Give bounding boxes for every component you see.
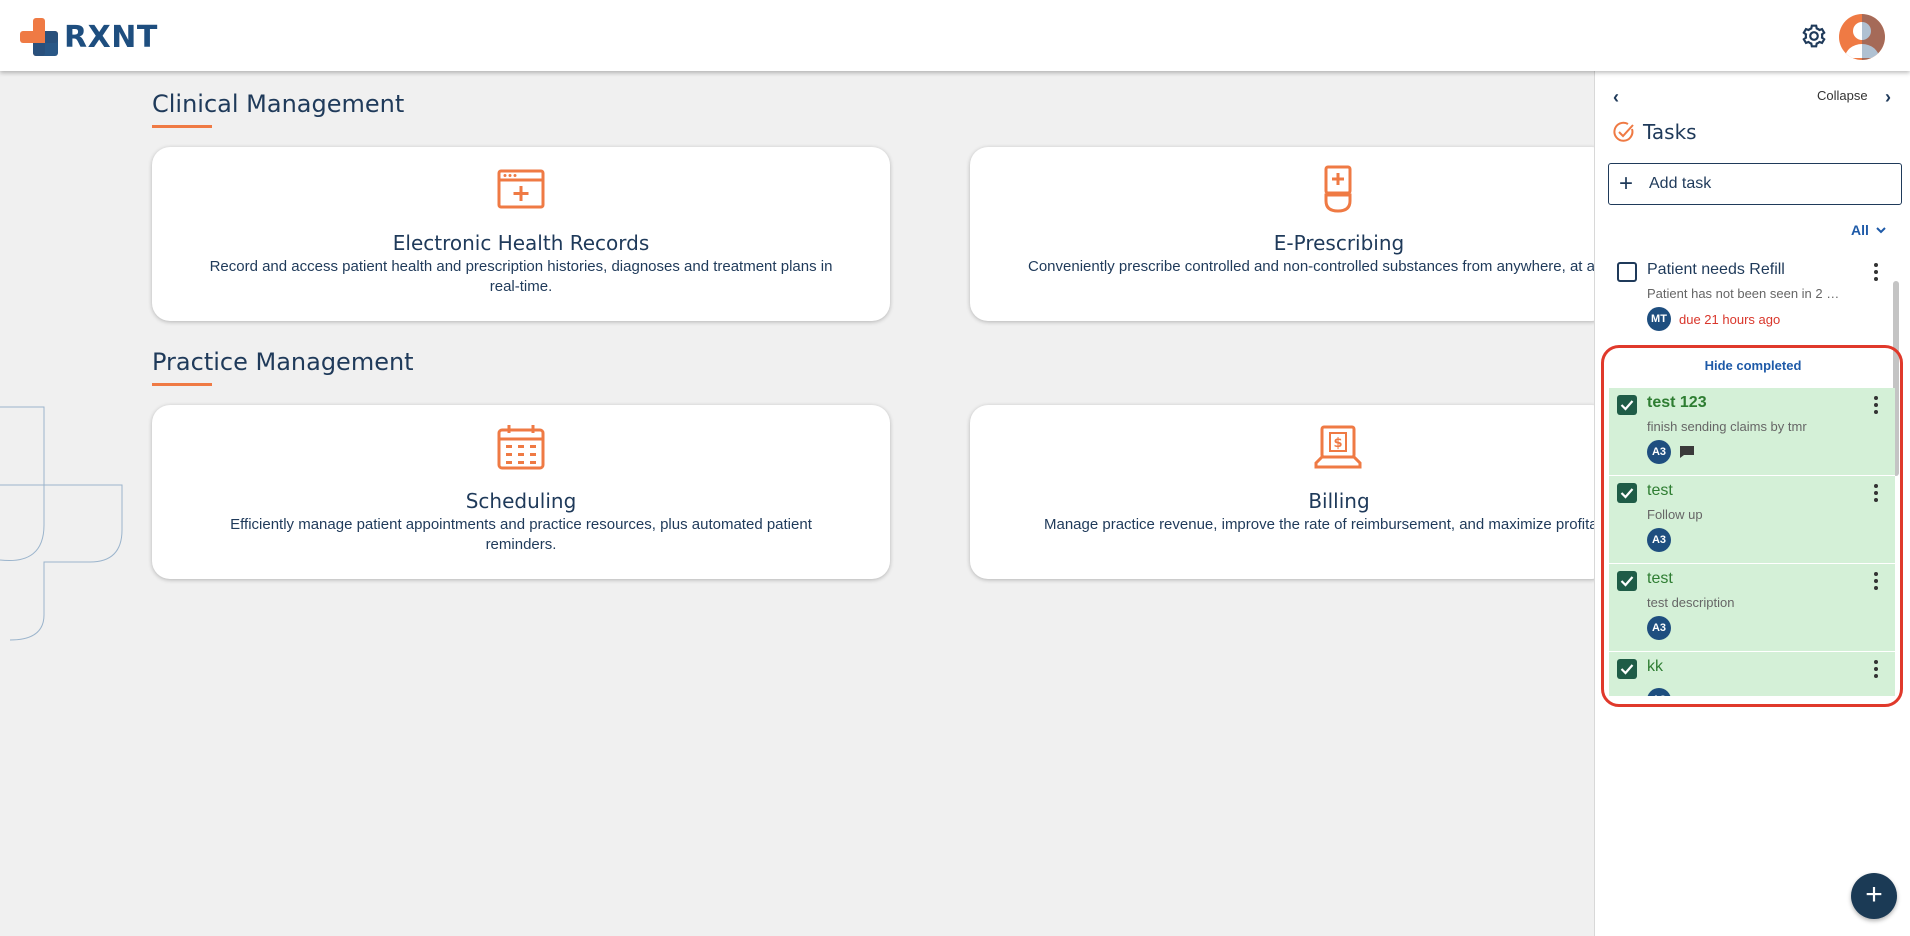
- task-item[interactable]: kk A3: [1609, 652, 1895, 696]
- check-icon: [1620, 664, 1634, 675]
- task-due: due 21 hours ago: [1679, 312, 1781, 327]
- chevron-left-icon[interactable]: ‹: [1613, 87, 1619, 108]
- card-description: Conveniently prescribe controlled and no…: [1028, 258, 1595, 275]
- check-icon: [1620, 488, 1634, 499]
- task-title: test: [1647, 482, 1673, 499]
- more-vertical-icon[interactable]: [1873, 484, 1879, 504]
- check-icon: [1620, 576, 1634, 587]
- task-checkbox[interactable]: [1617, 483, 1637, 503]
- task-filter-dropdown[interactable]: All: [1851, 222, 1887, 238]
- background-cross-decoration: [0, 406, 123, 641]
- task-checkbox[interactable]: [1617, 262, 1637, 282]
- task-title: Patient needs Refill: [1647, 261, 1785, 278]
- more-vertical-icon[interactable]: [1873, 572, 1879, 592]
- chevron-right-icon[interactable]: ›: [1885, 87, 1891, 108]
- more-vertical-icon[interactable]: [1873, 660, 1879, 680]
- gear-icon[interactable]: [1801, 23, 1827, 49]
- check-circle-icon: [1613, 121, 1634, 142]
- add-task-label: Add task: [1649, 175, 1712, 192]
- calendar-icon: [497, 425, 545, 470]
- assignee-avatar: A3: [1647, 528, 1671, 552]
- task-description: finish sending claims by tmr: [1647, 419, 1807, 434]
- assignee-avatar: A3: [1647, 616, 1671, 640]
- card-title: E-Prescribing: [1273, 231, 1405, 255]
- card-billing[interactable]: $ Billing Manage practice revenue, impro…: [970, 405, 1610, 579]
- user-silhouette-icon: [1845, 14, 1885, 60]
- billing-laptop-icon: $: [1314, 425, 1362, 469]
- more-vertical-icon[interactable]: [1873, 396, 1879, 416]
- task-checkbox[interactable]: [1617, 571, 1637, 591]
- svg-text:$: $: [1333, 436, 1342, 451]
- card-title: Electronic Health Records: [392, 231, 650, 255]
- task-checkbox[interactable]: [1617, 395, 1637, 415]
- section-underline: [152, 125, 212, 128]
- task-description: test description: [1647, 595, 1735, 610]
- task-title: kk: [1647, 658, 1663, 675]
- card-scheduling[interactable]: Scheduling Efficiently manage patient ap…: [152, 405, 890, 579]
- assignee-avatar: A3: [1647, 440, 1671, 464]
- card-e-prescribing[interactable]: E-Prescribing Conveniently prescribe con…: [970, 147, 1610, 321]
- check-icon: [1620, 400, 1634, 411]
- task-checkbox[interactable]: [1617, 659, 1637, 679]
- card-title: Scheduling: [465, 489, 577, 513]
- rxnt-logo[interactable]: RXNT: [20, 18, 158, 56]
- filter-label: All: [1851, 222, 1869, 238]
- task-item[interactable]: test 123 finish sending claims by tmr A3: [1609, 388, 1895, 476]
- add-fab-button[interactable]: +: [1851, 873, 1897, 919]
- task-description: Follow up: [1647, 507, 1703, 522]
- assignee-avatar: A3: [1647, 688, 1671, 696]
- top-bar: RXNT: [0, 0, 1910, 71]
- task-item[interactable]: test test description A3: [1609, 564, 1895, 652]
- tasks-panel: ‹ Collapse › Tasks + Add task All Patien…: [1594, 71, 1910, 936]
- task-item[interactable]: Patient needs Refill Patient has not bee…: [1609, 255, 1895, 347]
- rxnt-cross-logo-icon: [20, 18, 58, 56]
- task-item[interactable]: test Follow up A3: [1609, 476, 1895, 564]
- task-title: test 123: [1647, 394, 1707, 411]
- section-title-practice: Practice Management: [152, 348, 414, 376]
- collapse-label[interactable]: Collapse: [1817, 88, 1868, 103]
- section-underline: [152, 383, 212, 386]
- add-task-button[interactable]: + Add task: [1608, 163, 1902, 205]
- plus-icon: +: [1619, 170, 1634, 197]
- card-description: Record and access patient health and pre…: [209, 258, 833, 295]
- card-title: Billing: [1308, 489, 1370, 513]
- chevron-down-icon: [1876, 227, 1886, 234]
- tasks-title: Tasks: [1643, 120, 1697, 144]
- more-vertical-icon[interactable]: [1873, 263, 1879, 283]
- brand-name: RXNT: [64, 19, 158, 55]
- ehr-window-icon: [497, 169, 545, 209]
- assignee-avatar: MT: [1647, 307, 1671, 331]
- task-title: test: [1647, 570, 1673, 587]
- card-electronic-health-records[interactable]: Electronic Health Records Record and acc…: [152, 147, 890, 321]
- prescription-bottle-icon: [1324, 165, 1352, 213]
- task-description: Patient has not been seen in 2 …: [1647, 286, 1840, 301]
- hide-completed-button[interactable]: Hide completed: [1595, 358, 1910, 373]
- section-title-clinical: Clinical Management: [152, 90, 405, 118]
- user-avatar[interactable]: [1839, 14, 1885, 60]
- completed-tasks-list: test 123 finish sending claims by tmr A3…: [1595, 388, 1910, 696]
- comment-icon: [1680, 446, 1694, 458]
- card-description: Manage practice revenue, improve the rat…: [1044, 516, 1598, 533]
- card-description: Efficiently manage patient appointments …: [230, 516, 812, 553]
